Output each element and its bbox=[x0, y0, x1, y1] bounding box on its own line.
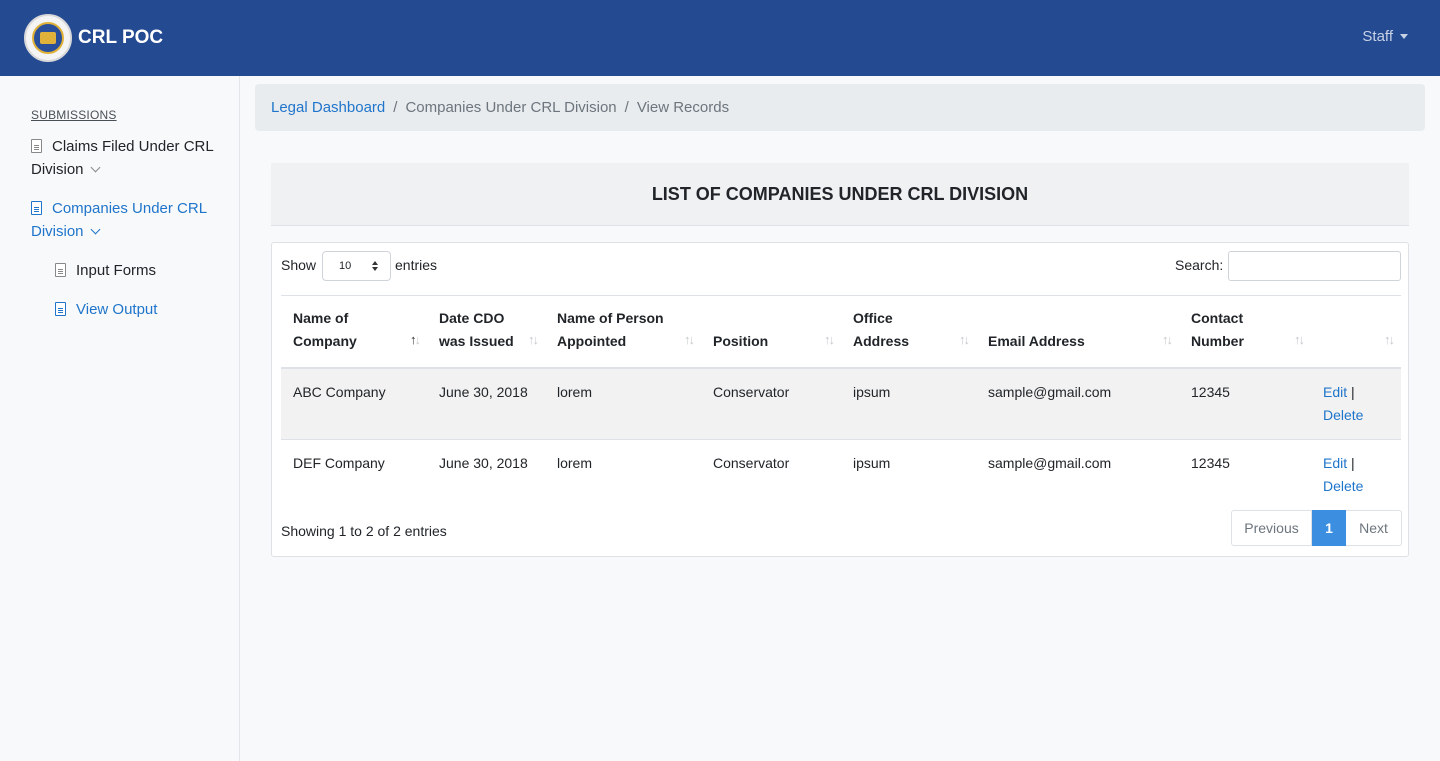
sidebar-item-input-forms[interactable]: Input Forms bbox=[55, 259, 156, 282]
sidebar-item-label: Claims Filed Under CRL bbox=[52, 138, 214, 155]
search-label: Search: bbox=[1175, 257, 1224, 273]
cell-person: lorem bbox=[557, 454, 593, 471]
entries-select[interactable]: 10 bbox=[322, 251, 391, 281]
cell-company: ABC Company bbox=[293, 383, 386, 400]
column-header-position[interactable]: Position ↑↓ bbox=[701, 296, 841, 368]
entries-label: entries bbox=[395, 257, 438, 273]
column-header-email[interactable]: Email Address ↑↓ bbox=[976, 296, 1179, 368]
sidebar-item-label: Division bbox=[31, 223, 84, 240]
cell-position: Conservator bbox=[713, 454, 790, 471]
table-header-row: Name of Company ↑↓ Date CDO was Issued ↑↓ Na… bbox=[281, 295, 1401, 368]
cell-actions: Edit | Delete bbox=[1311, 439, 1401, 510]
sidebar: SUBMISSIONS Claims Filed Under CRL Divis… bbox=[0, 76, 240, 761]
sidebar-item-label: Division bbox=[31, 161, 84, 178]
sort-icon: ↑↓ bbox=[528, 331, 539, 347]
records-table-card: Show 10 entries Search: Name of Company ↑↓… bbox=[271, 242, 1409, 557]
sidebar-item-claims[interactable]: Claims Filed Under CRL Division bbox=[31, 135, 214, 181]
breadcrumb-current: View Records bbox=[636, 99, 730, 116]
seal-logo-icon[interactable] bbox=[24, 14, 72, 62]
search-input[interactable] bbox=[1228, 251, 1401, 281]
breadcrumb-section: Companies Under CRL Division bbox=[405, 99, 617, 116]
edit-link[interactable]: Edit bbox=[1323, 384, 1347, 400]
column-header-contact[interactable]: Contact Number ↑↓ bbox=[1179, 296, 1311, 368]
column-header-company[interactable]: Name of Company ↑↓ bbox=[281, 296, 427, 368]
sort-icon: ↑↓ bbox=[1162, 331, 1173, 347]
pagination: Previous 1 Next bbox=[1231, 510, 1402, 546]
sidebar-heading: SUBMISSIONS bbox=[31, 108, 117, 122]
cell-office: ipsum bbox=[853, 383, 891, 400]
next-page-button[interactable]: Next bbox=[1346, 510, 1402, 546]
cell-email: sample@gmail.com bbox=[988, 454, 1112, 471]
entries-select-value: 10 bbox=[339, 260, 352, 272]
column-header-actions[interactable]: ↑↓ bbox=[1311, 296, 1401, 368]
sidebar-item-label: Companies Under CRL bbox=[52, 200, 208, 217]
chevron-down-icon bbox=[90, 162, 100, 173]
sort-icon: ↑↓ bbox=[824, 331, 835, 347]
sort-icon: ↑↓ bbox=[684, 331, 695, 347]
cell-contact: 12345 bbox=[1191, 383, 1230, 400]
select-arrows-icon bbox=[372, 261, 378, 271]
column-header-person[interactable]: Name of Person Appointed ↑↓ bbox=[545, 296, 701, 368]
table-row: DEF Company June 30, 2018 lorem Conserva… bbox=[281, 439, 1401, 510]
document-icon bbox=[31, 139, 42, 153]
brand-title[interactable]: CRL POC bbox=[78, 27, 163, 49]
column-header-date[interactable]: Date CDO was Issued ↑↓ bbox=[427, 296, 545, 368]
cell-date: June 30, 2018 bbox=[439, 383, 528, 400]
user-menu-label: Staff bbox=[1362, 28, 1393, 45]
sort-icon: ↑↓ bbox=[1384, 331, 1395, 347]
sort-icon: ↑↓ bbox=[1294, 331, 1305, 347]
show-label: Show bbox=[281, 257, 317, 273]
sidebar-item-label: View Output bbox=[76, 301, 158, 318]
edit-link[interactable]: Edit bbox=[1323, 455, 1347, 471]
breadcrumb-separator: / bbox=[393, 99, 398, 116]
delete-link[interactable]: Delete bbox=[1323, 407, 1363, 423]
breadcrumb: Legal Dashboard / Companies Under CRL Di… bbox=[255, 84, 1425, 131]
breadcrumb-separator: / bbox=[624, 99, 629, 116]
cell-position: Conservator bbox=[713, 383, 790, 400]
cell-company: DEF Company bbox=[293, 454, 385, 471]
document-icon bbox=[55, 263, 66, 277]
page-title: LIST OF COMPANIES UNDER CRL DIVISION bbox=[271, 163, 1409, 226]
sidebar-item-view-output[interactable]: View Output bbox=[55, 298, 157, 321]
cell-person: lorem bbox=[557, 383, 593, 400]
sidebar-item-companies[interactable]: Companies Under CRL Division bbox=[31, 197, 207, 243]
sort-asc-icon: ↑↓ bbox=[410, 331, 421, 347]
chevron-down-icon bbox=[90, 224, 100, 235]
cell-date: June 30, 2018 bbox=[439, 454, 528, 471]
breadcrumb-home-link[interactable]: Legal Dashboard bbox=[271, 99, 385, 116]
previous-page-button[interactable]: Previous bbox=[1231, 510, 1312, 546]
column-header-office[interactable]: Office Address ↑↓ bbox=[841, 296, 976, 368]
cell-office: ipsum bbox=[853, 454, 891, 471]
cell-email: sample@gmail.com bbox=[988, 383, 1112, 400]
cell-actions: Edit | Delete bbox=[1311, 368, 1401, 440]
top-navbar: CRL POC Staff bbox=[0, 0, 1440, 76]
page-1-button[interactable]: 1 bbox=[1312, 510, 1346, 546]
caret-down-icon bbox=[1400, 34, 1408, 39]
action-separator: | bbox=[1351, 383, 1355, 400]
cell-contact: 12345 bbox=[1191, 454, 1230, 471]
sort-icon: ↑↓ bbox=[959, 331, 970, 347]
action-separator: | bbox=[1351, 454, 1355, 471]
document-icon bbox=[31, 201, 42, 215]
delete-link[interactable]: Delete bbox=[1323, 478, 1363, 494]
document-icon bbox=[55, 302, 66, 316]
sidebar-item-label: Input Forms bbox=[76, 262, 157, 279]
records-table: Name of Company ↑↓ Date CDO was Issued ↑↓ Na… bbox=[281, 295, 1401, 510]
table-row: ABC Company June 30, 2018 lorem Conserva… bbox=[281, 367, 1401, 440]
user-menu-dropdown[interactable]: Staff bbox=[1362, 28, 1408, 45]
table-info: Showing 1 to 2 of 2 entries bbox=[281, 523, 447, 539]
